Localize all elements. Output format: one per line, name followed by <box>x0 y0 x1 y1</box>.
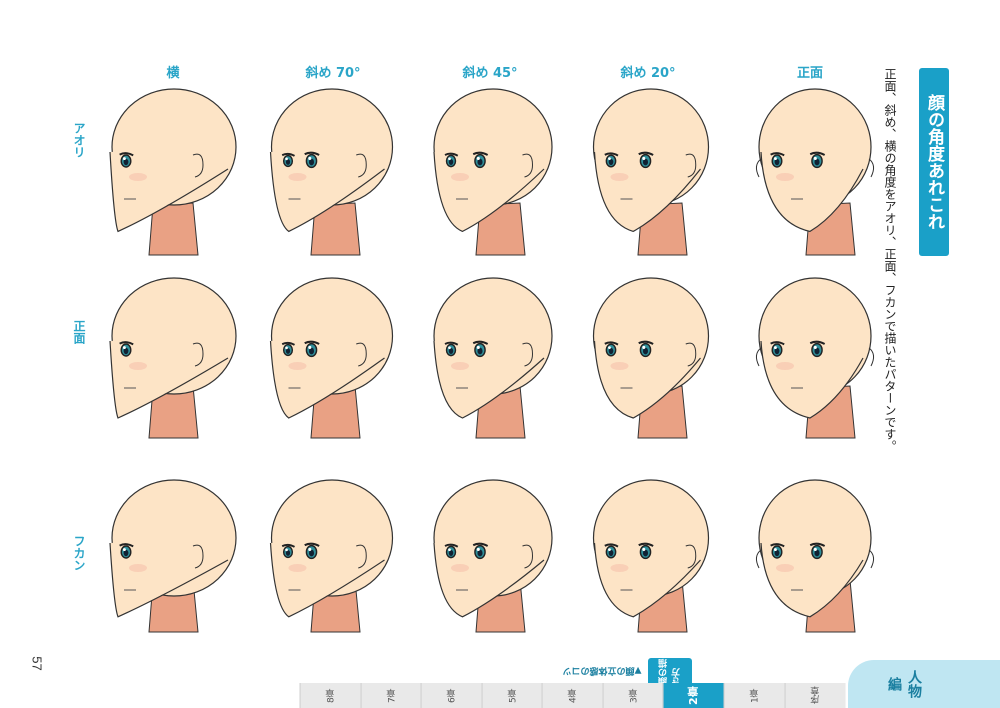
head-high-angle-diagonal-45 <box>415 462 565 642</box>
head-high-angle-diagonal-70 <box>255 462 405 642</box>
column-label-side: 横 <box>166 66 180 81</box>
head-high-angle-front <box>735 462 885 642</box>
head-eye-level-side <box>98 268 248 448</box>
head-eye-level-diagonal-45 <box>415 268 565 448</box>
section-note: ▼顔の立体感のコツ <box>562 665 642 675</box>
tab-chapter-8[interactable]: 8章 <box>300 683 361 708</box>
head-low-angle-front <box>735 85 885 265</box>
head-low-angle-side <box>98 85 248 265</box>
column-label-diagonal-70: 斜め 70° <box>305 66 361 81</box>
head-low-angle-diagonal-70 <box>255 85 405 265</box>
page-title: 顔の角度あれこれ <box>919 68 949 256</box>
head-low-angle-diagonal-45 <box>415 85 565 265</box>
column-label-diagonal-20: 斜め 20° <box>620 66 676 81</box>
tab-chapter-3[interactable]: 3章 <box>602 683 664 708</box>
page-subtitle: 正面、斜め、横の角度をアオリ、正面、フカンで描いたパターンです。 <box>883 68 897 452</box>
head-low-angle-diagonal-20 <box>572 85 722 265</box>
head-high-angle-diagonal-20 <box>572 462 722 642</box>
row-label-eye-level: 正面 <box>72 320 86 344</box>
head-eye-level-diagonal-70 <box>255 268 405 448</box>
tab-chapter-5[interactable]: 5章 <box>481 683 543 708</box>
row-label-high-angle: フカン <box>72 535 86 571</box>
tab-chapter-6[interactable]: 6章 <box>421 683 482 708</box>
tab-prologue[interactable]: 序章 <box>784 683 846 708</box>
column-label-front: 正面 <box>796 66 823 81</box>
head-high-angle-side <box>98 462 248 642</box>
chapter-sign: 顔の描き方 <box>648 658 692 686</box>
tab-chapter-2[interactable]: 2章 <box>663 683 724 708</box>
tab-chapter-4[interactable]: 4章 <box>542 683 603 708</box>
column-label-diagonal-45: 斜め 45° <box>462 66 518 81</box>
tab-chapter-1[interactable]: 1章 <box>723 683 785 708</box>
page-number: 57 <box>29 656 45 671</box>
head-eye-level-front <box>735 268 885 448</box>
chapter-tabs: 8章 7章 6章 5章 4章 3章 2章 1章 序章 <box>300 683 846 708</box>
section-tab-label: 人物編 <box>886 670 922 698</box>
chapter-sign-text: 顔の描き方 <box>659 659 682 686</box>
section-tab[interactable] <box>848 660 1000 708</box>
row-label-low-angle: アオリ <box>72 122 86 158</box>
head-eye-level-diagonal-20 <box>572 268 722 448</box>
tab-chapter-7[interactable]: 7章 <box>360 683 422 708</box>
